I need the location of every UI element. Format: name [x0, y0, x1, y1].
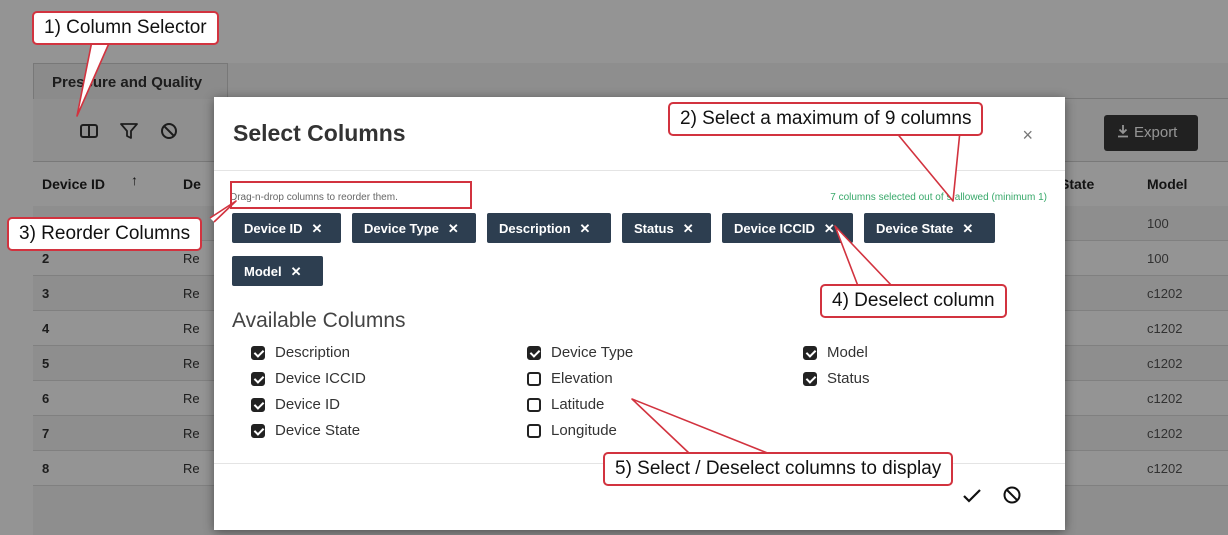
callout-max-columns: 2) Select a maximum of 9 columns	[668, 102, 984, 136]
chip-label: Device State	[876, 221, 954, 236]
checkbox-checked[interactable]	[803, 346, 817, 360]
option-label: Device ID	[275, 396, 341, 413]
chip-device-type[interactable]: Device Type ✕	[352, 213, 476, 243]
option-label: Model	[827, 344, 868, 361]
callout-column-selector: 1) Column Selector	[32, 11, 219, 45]
divider	[214, 170, 1065, 171]
checkbox-checked[interactable]	[251, 346, 265, 360]
option-label: Longitude	[551, 422, 617, 439]
selection-count: 7 columns selected out of 9 allowed (min…	[830, 192, 1047, 203]
chip-description[interactable]: Description ✕	[487, 213, 611, 243]
remove-icon[interactable]: ✕	[824, 221, 835, 236]
checkbox-checked[interactable]	[527, 346, 541, 360]
available-columns-title: Available Columns	[232, 309, 406, 332]
checkbox-unchecked[interactable]	[527, 424, 541, 438]
cancel-icon[interactable]	[1002, 485, 1022, 505]
option-label: Description	[275, 344, 351, 361]
remove-icon[interactable]: ✕	[312, 221, 323, 236]
chip-label: Model	[244, 264, 282, 279]
chip-device-iccid[interactable]: Device ICCID ✕	[722, 213, 853, 243]
option-label: Device Type	[551, 344, 634, 361]
checkbox-checked[interactable]	[251, 398, 265, 412]
callout-reorder-columns: 3) Reorder Columns	[7, 217, 203, 251]
checkbox-checked[interactable]	[251, 424, 265, 438]
checkbox-checked[interactable]	[803, 372, 817, 386]
callout-select-deselect: 5) Select / Deselect columns to display	[603, 452, 954, 486]
chip-label: Description	[499, 221, 571, 236]
callout-deselect-column: 4) Deselect column	[820, 284, 1007, 318]
remove-icon[interactable]: ✕	[448, 221, 459, 236]
chip-device-state[interactable]: Device State ✕	[864, 213, 995, 243]
checkbox-unchecked[interactable]	[527, 398, 541, 412]
reorder-hint-highlight	[230, 181, 472, 209]
chip-model[interactable]: Model ✕	[232, 256, 323, 286]
chip-device-id[interactable]: Device ID ✕	[232, 213, 341, 243]
chip-label: Device Type	[364, 221, 439, 236]
remove-icon[interactable]: ✕	[580, 221, 591, 236]
dialog-title: Select Columns	[233, 120, 406, 146]
remove-icon[interactable]: ✕	[683, 221, 694, 236]
checkbox-checked[interactable]	[251, 372, 265, 386]
remove-icon[interactable]: ✕	[291, 264, 302, 279]
chip-label: Device ICCID	[734, 221, 815, 236]
remove-icon[interactable]: ✕	[962, 221, 973, 236]
chip-label: Device ID	[244, 221, 303, 236]
chip-label: Status	[634, 221, 674, 236]
option-label: Latitude	[551, 396, 605, 413]
option-label: Elevation	[551, 370, 613, 387]
check-icon[interactable]	[962, 486, 982, 506]
close-icon[interactable]: ×	[1022, 125, 1033, 146]
checkbox-unchecked[interactable]	[527, 372, 541, 386]
option-label: Status	[827, 370, 870, 387]
chip-status[interactable]: Status ✕	[622, 213, 711, 243]
option-label: Device ICCID	[275, 370, 366, 387]
option-label: Device State	[275, 422, 361, 439]
